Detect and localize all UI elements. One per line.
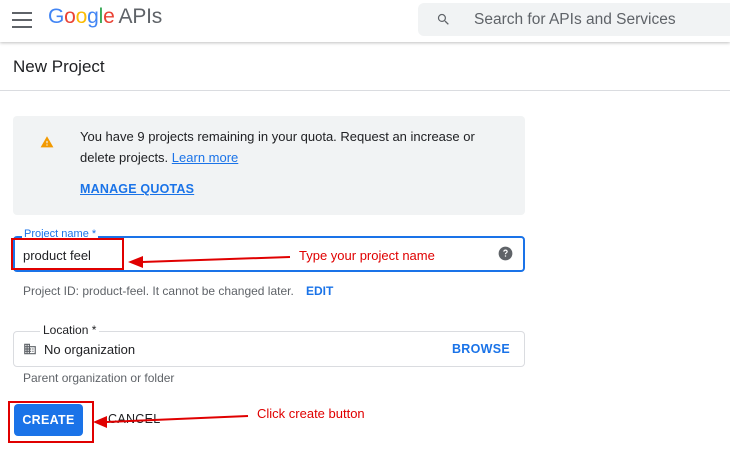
annotation-name-note: Type your project name (299, 248, 435, 263)
annotation-arrows (93, 256, 291, 428)
annotation-create-note: Click create button (257, 406, 365, 421)
